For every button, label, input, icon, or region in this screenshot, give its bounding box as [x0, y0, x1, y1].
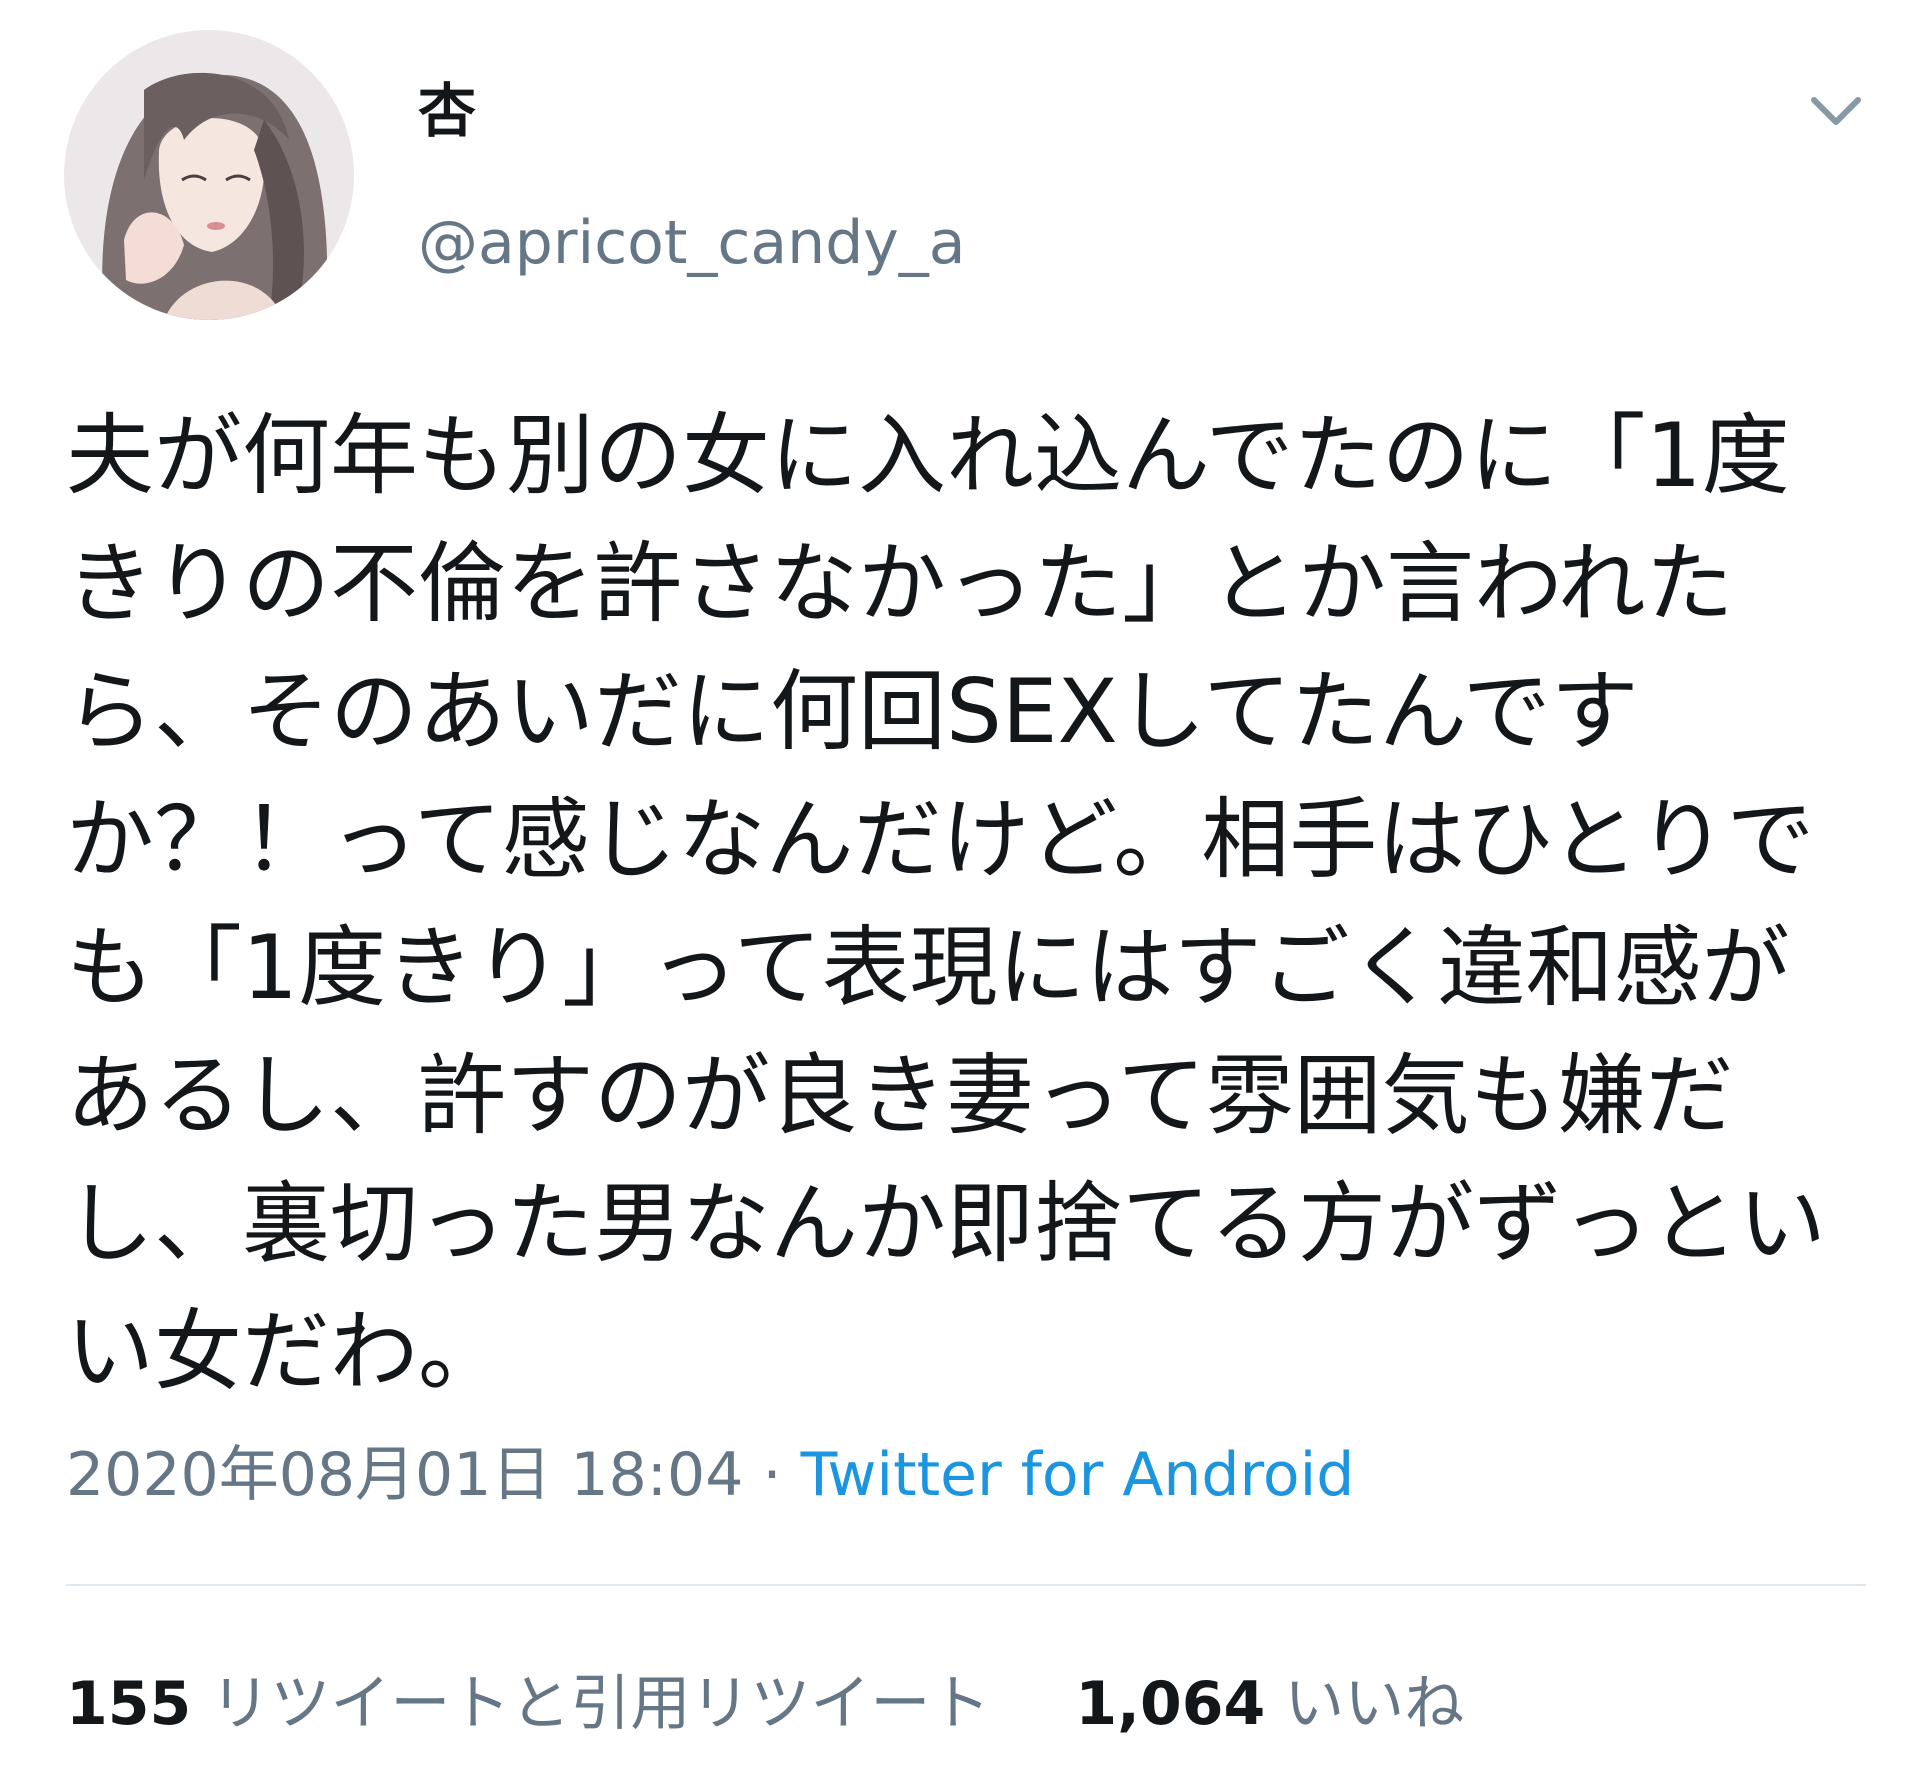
- retweets-label: リツイートと引用リツイート: [210, 1669, 991, 1739]
- likes-label: いいね: [1284, 1669, 1465, 1739]
- user-avatar[interactable]: [64, 30, 354, 320]
- likes-stat[interactable]: 1,064 いいね: [1075, 1664, 1464, 1744]
- likes-count: 1,064: [1075, 1669, 1266, 1739]
- tweet-source-link[interactable]: Twitter for Android: [801, 1440, 1355, 1510]
- retweets-count: 155: [66, 1669, 192, 1739]
- tweet-text: 夫が何年も別の女に入れ込んでたのに「1度きりの不倫を許さなかった」とか言われたら…: [66, 404, 1827, 1403]
- tweet-card: 杏 @apricot_candy_a 夫が何年も別の女に入れ込んでたのに「1度き…: [0, 0, 1920, 1788]
- tweet-stats: 155 リツイートと引用リツイート 1,064 いいね: [66, 1664, 1530, 1744]
- author-display-name[interactable]: 杏: [418, 76, 476, 146]
- retweets-stat[interactable]: 155 リツイートと引用リツイート: [66, 1664, 990, 1744]
- divider: [66, 1584, 1866, 1586]
- author-handle[interactable]: @apricot_candy_a: [418, 205, 966, 281]
- meta-separator: ·: [762, 1440, 782, 1510]
- tweet-timestamp[interactable]: 2020年08月01日 18:04: [66, 1440, 743, 1510]
- chevron-down-icon[interactable]: [1800, 82, 1872, 142]
- tweet-metadata: 2020年08月01日 18:04 · Twitter for Android: [66, 1435, 1354, 1515]
- illustrated-portrait-avatar: [64, 30, 354, 320]
